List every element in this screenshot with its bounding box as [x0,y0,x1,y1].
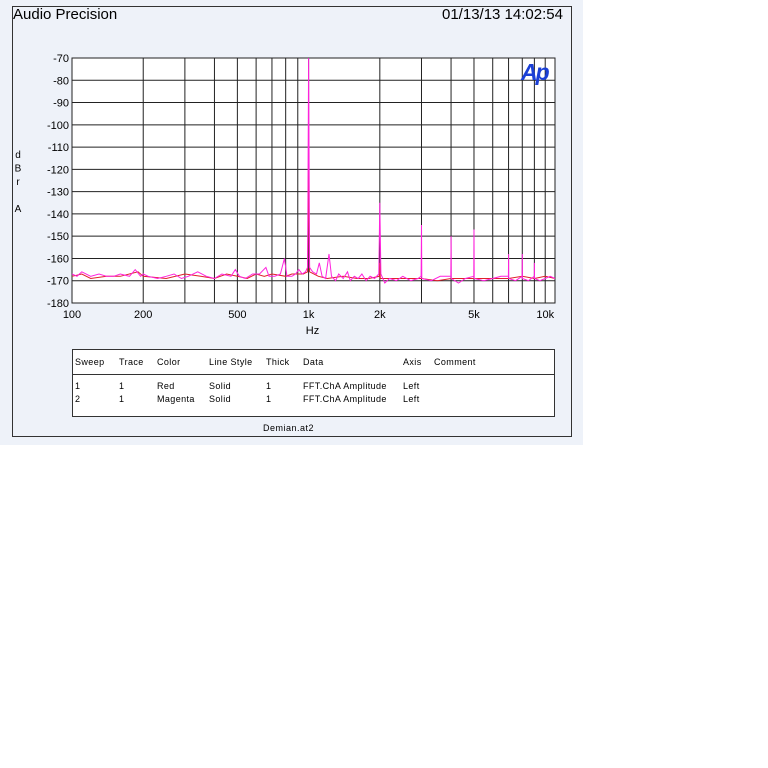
legend-header-sweep: Sweep [75,357,105,367]
legend-header-thick: Thick [266,357,290,367]
legend-cell-trace: 1 [119,394,125,404]
legend-header-comment: Comment [434,357,476,367]
x-axis-label: Hz [306,325,319,337]
x-tick-label: 500 [228,309,246,321]
y-tick-label: -140 [47,209,69,221]
y-tick-label: -100 [47,120,69,132]
legend-header-axis: Axis [403,357,422,367]
legend-cell-sweep: 1 [75,381,81,391]
x-tick-label: 10k [536,309,554,321]
y-tick-label: -130 [47,187,69,199]
file-name: Demian.at2 [263,423,315,433]
y-tick-label: -150 [47,231,69,243]
y-tick-label: -170 [47,276,69,288]
legend-table: Sweep Trace Color Line Style Thick Data Axis Co… [72,349,555,417]
legend-divider [73,374,554,375]
legend-cell-data: FFT.ChA Amplitude [303,394,387,404]
ap-logo: Ap [520,59,550,85]
y-tick-label: -80 [53,75,69,87]
legend-header-data: Data [303,357,324,367]
legend-header-line-style: Line Style [209,357,253,367]
legend-cell-line-style: Solid [209,381,232,391]
x-tick-label: 1k [303,309,315,321]
legend-cell-thick: 1 [266,381,272,391]
legend-header-trace: Trace [119,357,144,367]
legend-cell-thick: 1 [266,394,272,404]
legend-cell-trace: 1 [119,381,125,391]
legend-header-color: Color [157,357,181,367]
x-tick-label: 200 [134,309,152,321]
report-panel: Audio Precision 01/13/13 14:02:54 -70 -80… [0,0,583,445]
legend-cell-color: Red [157,381,175,391]
y-tick-label: -120 [47,164,69,176]
y-tick-label: -160 [47,253,69,265]
y-tick-label: -70 [53,53,69,65]
legend-cell-axis: Left [403,394,420,404]
x-tick-label: 5k [468,309,480,321]
x-tick-label: 2k [374,309,386,321]
legend-cell-axis: Left [403,381,420,391]
legend-cell-color: Magenta [157,394,195,404]
plot-area [71,57,556,304]
y-axis-label: dBrA [15,150,22,215]
legend-cell-sweep: 2 [75,394,81,404]
legend-cell-data: FFT.ChA Amplitude [303,381,387,391]
y-tick-label: -110 [48,142,69,154]
x-tick-label: 100 [63,309,81,321]
legend-cell-line-style: Solid [209,394,232,404]
y-tick-label: -90 [53,98,69,110]
